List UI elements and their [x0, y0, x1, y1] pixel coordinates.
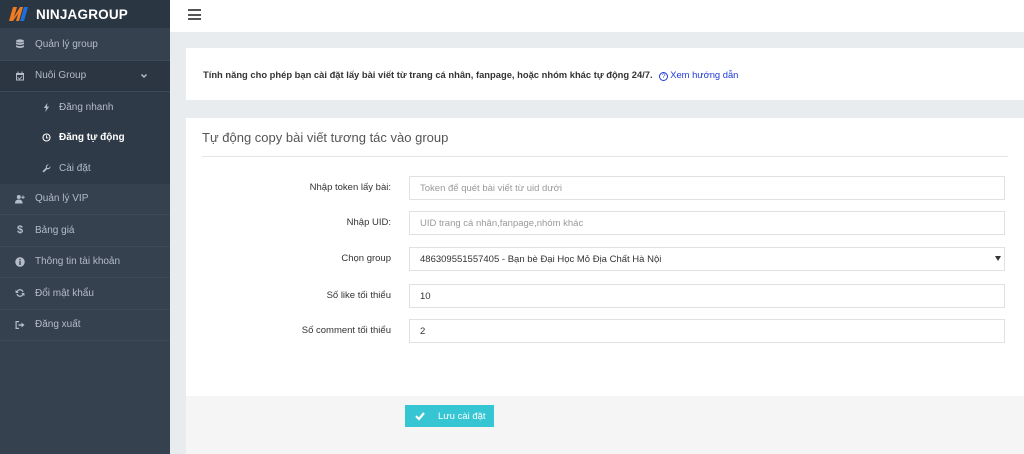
guide-link[interactable]: Xem hướng dẫn [670, 69, 738, 80]
sidebar-item-quan-ly-vip[interactable]: Quản lý VIP [0, 184, 170, 215]
group-label: Chọn group [341, 253, 391, 264]
chevron-down-icon [140, 72, 148, 80]
sign-out-icon [14, 319, 26, 331]
user-plus-icon [14, 193, 26, 205]
sidebar-item-dang-xuat[interactable]: Đăng xuất [0, 310, 170, 341]
form-row-uid: Nhập UID: [186, 211, 1024, 235]
sidebar-item-cai-dat[interactable]: Cài đặt [0, 153, 170, 184]
bolt-icon [40, 101, 52, 113]
form-actions: Lưu cài đặt [186, 396, 1024, 454]
form-row-token: Nhập token lấy bài: [186, 176, 1024, 200]
uid-label: Nhập UID: [346, 217, 391, 228]
token-input[interactable] [409, 176, 1005, 200]
form-row-min-like: Số like tối thiểu [186, 284, 1024, 308]
hamburger-icon[interactable] [188, 9, 201, 20]
sidebar-submenu-nuoi-group: Đăng nhanh Đăng tự động Cài đặt [0, 92, 170, 184]
save-settings-button[interactable]: Lưu cài đặt [405, 405, 494, 427]
dollar-icon: $ [16, 224, 24, 237]
sidebar-item-label: Nuôi Group [35, 70, 87, 82]
sidebar-item-label: Quản lý group [35, 38, 98, 50]
uid-input[interactable] [409, 211, 1005, 235]
sidebar-item-label: Đăng xuất [35, 319, 81, 331]
sidebar: NINJAGROUP Quản lý group Nuôi Group Đăng… [0, 0, 170, 454]
sidebar-item-dang-tu-dong[interactable]: Đăng tự động [0, 123, 170, 154]
token-label: Nhập token lấy bài: [309, 182, 391, 193]
clock-icon [40, 132, 52, 144]
database-icon [14, 38, 26, 50]
min-comment-label: Số comment tối thiểu [301, 325, 391, 336]
form-row-min-comment: Số comment tối thiểu [186, 319, 1024, 343]
min-comment-input[interactable] [409, 319, 1005, 343]
sidebar-item-bang-gia[interactable]: $ Bảng giá [0, 215, 170, 247]
check-icon [415, 411, 425, 421]
ninjagroup-logo-icon [8, 5, 30, 23]
sidebar-item-label: Đăng tự động [59, 132, 125, 144]
sidebar-item-label: Bảng giá [35, 224, 75, 236]
sidebar-item-label: Thông tin tài khoản [35, 256, 121, 268]
sidebar-item-nuoi-group[interactable]: Nuôi Group [0, 60, 170, 92]
panel-divider [202, 156, 1008, 157]
sidebar-item-label: Đăng nhanh [59, 101, 114, 113]
panel-title: Tự động copy bài viết tương tác vào grou… [202, 130, 449, 145]
wrench-icon [40, 162, 52, 174]
sidebar-item-doi-mat-khau[interactable]: Đổi mật khẩu [0, 278, 170, 310]
notice-text: Tính năng cho phép bạn cài đặt lấy bài v… [203, 69, 653, 80]
save-button-label: Lưu cài đặt [438, 410, 486, 422]
sidebar-item-label: Quản lý VIP [35, 193, 89, 205]
refresh-icon [14, 287, 26, 299]
sidebar-item-label: Cài đặt [59, 162, 91, 174]
min-like-input[interactable] [409, 284, 1005, 308]
sidebar-item-label: Đổi mật khẩu [35, 287, 94, 299]
calendar-check-icon [14, 70, 26, 82]
sidebar-item-dang-nhanh[interactable]: Đăng nhanh [0, 92, 170, 123]
info-circle-icon [14, 256, 26, 268]
brand-name: NINJAGROUP [36, 6, 129, 22]
topbar [170, 0, 1024, 32]
sidebar-item-thong-tin-tai-khoan[interactable]: Thông tin tài khoản [0, 247, 170, 278]
brand[interactable]: NINJAGROUP [0, 0, 170, 28]
feature-notice: Tính năng cho phép bạn cài đặt lấy bài v… [186, 48, 1024, 100]
form-row-group: Chọn group 486309551557405 - Bạn bè Đại … [186, 247, 1024, 271]
question-circle-icon[interactable]: ? [659, 72, 669, 81]
group-select[interactable]: 486309551557405 - Bạn bè Đại Học Mỏ Địa … [409, 247, 1005, 271]
sidebar-item-quan-ly-group[interactable]: Quản lý group [0, 29, 170, 61]
auto-copy-form-panel: Tự động copy bài viết tương tác vào grou… [186, 118, 1024, 454]
min-like-label: Số like tối thiểu [326, 290, 391, 301]
